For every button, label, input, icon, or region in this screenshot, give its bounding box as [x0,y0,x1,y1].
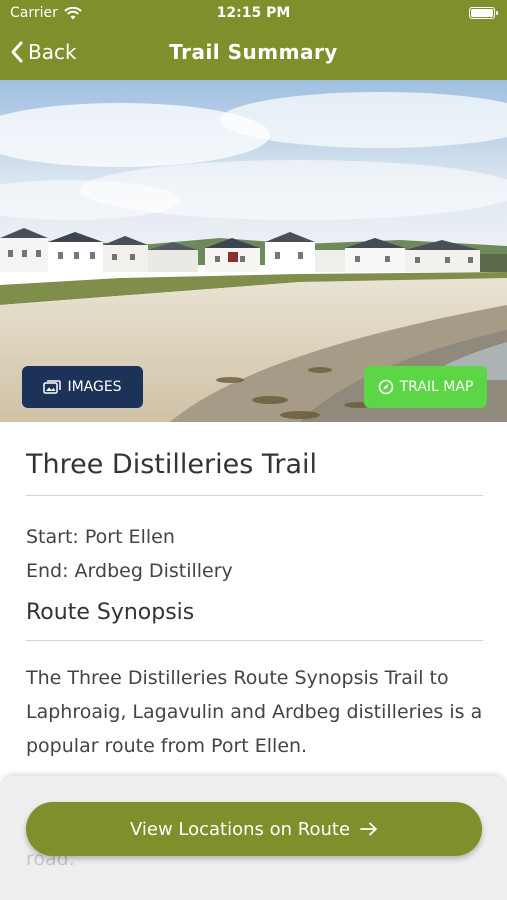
trail-details: Three Distilleries Trail Start: Port Ell… [26,422,483,763]
images-button[interactable]: IMAGES [22,366,143,408]
trail-end: End: Ardbeg Distillery [26,560,233,582]
trail-endpoints: Start: Port Ellen End: Ardbeg Distillery [26,520,483,588]
route-synopsis-heading: Route Synopsis [26,600,195,625]
compass-icon [378,379,393,395]
trail-map-button-label: TRAIL MAP [399,379,474,395]
title-divider [26,495,483,496]
page-title: Trail Summary [169,40,338,64]
trail-map-button[interactable]: TRAIL MAP [364,366,487,408]
battery-icon [469,7,498,19]
synopsis-divider [26,640,483,641]
view-locations-button[interactable]: View Locations on Route [26,802,482,856]
gallery-icon [43,379,62,394]
trail-title: Three Distilleries Trail [26,449,318,480]
status-bar: Carrier 12:15 PM [0,0,507,28]
clock: 12:15 PM [216,5,291,21]
trail-hero-image: IMAGES TRAIL MAP [0,80,507,422]
trail-start: Start: Port Ellen [26,526,175,548]
view-locations-label: View Locations on Route [129,818,351,840]
navigation-bar: Back Trail Summary [0,28,507,80]
route-synopsis-text: The Three Distilleries Route Synopsis Tr… [26,667,483,757]
images-button-label: IMAGES [67,379,122,395]
arrow-right-icon [360,822,377,836]
